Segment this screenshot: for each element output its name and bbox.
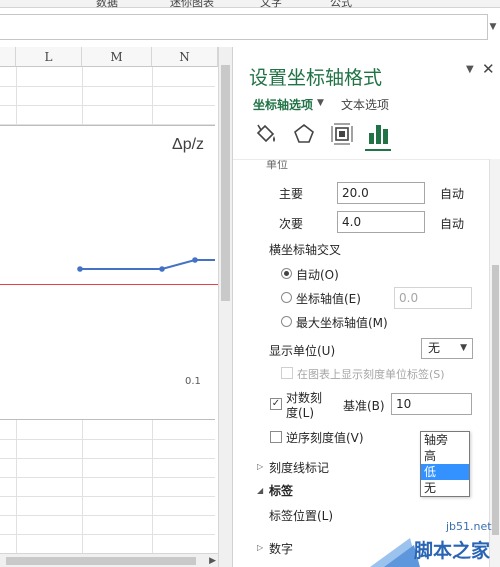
label-position-label: 标签位置(L)	[269, 509, 334, 523]
ribbon-item-formula[interactable]: 公式	[330, 0, 352, 10]
radio-cross-auto[interactable]	[281, 268, 292, 279]
display-units-select[interactable]: 无 ▼	[421, 338, 473, 359]
series-point	[159, 266, 165, 272]
axis-value-input[interactable]: 0.0	[394, 287, 472, 309]
tick-marks-section[interactable]: 刻度线标记	[269, 459, 329, 476]
chart-area[interactable]: Δp/z 0.1	[0, 125, 215, 420]
log-scale-checkbox[interactable]: ✓	[270, 398, 282, 410]
minor-unit-input[interactable]: 4.0	[337, 211, 425, 233]
sheet-vertical-scrollbar[interactable]	[218, 47, 232, 567]
axis-cross-heading: 横坐标轴交叉	[269, 243, 342, 257]
label-position-option[interactable]: 高	[421, 448, 469, 464]
selection-guide-line	[0, 284, 232, 285]
reverse-order-label: 逆序刻度值(V)	[286, 431, 364, 445]
radio-cross-axis-value-label[interactable]: 坐标轴值(E)	[296, 290, 361, 307]
collapse-triangle-icon[interactable]: ◢	[257, 486, 263, 495]
scroll-right-icon[interactable]: ▶	[209, 554, 216, 567]
number-section[interactable]: 数字	[269, 540, 293, 557]
series-point	[192, 257, 198, 263]
radio-cross-axis-value[interactable]	[281, 292, 292, 303]
tab-axis-options[interactable]: 坐标轴选项	[253, 96, 313, 113]
size-properties-icon[interactable]	[329, 121, 355, 147]
major-unit-label: 主要	[279, 187, 304, 201]
major-unit-input[interactable]: 20.0	[337, 182, 425, 204]
column-header-l[interactable]: L	[16, 47, 82, 67]
worksheet[interactable]: L M N Δp/z 0.1	[0, 47, 232, 567]
pane-title: 设置坐标轴格式	[249, 67, 383, 89]
formula-bar: ▼	[0, 14, 500, 40]
minor-unit-label: 次要	[279, 217, 304, 231]
expand-triangle-icon[interactable]: ▷	[257, 462, 263, 471]
column-header-n[interactable]: N	[152, 47, 218, 67]
show-units-label-checkbox[interactable]	[281, 367, 293, 379]
ribbon-item-data[interactable]: 数据	[96, 0, 118, 10]
axis-options-bar-icon[interactable]	[365, 121, 391, 147]
radio-cross-auto-label[interactable]: 自动(O)	[296, 266, 339, 283]
labels-section[interactable]: 标签	[269, 482, 293, 499]
expand-triangle-icon[interactable]: ▷	[257, 543, 263, 552]
label-position-option[interactable]: 无	[421, 480, 469, 496]
pane-icon-row	[249, 121, 399, 151]
section-units-heading: 单位	[266, 159, 288, 171]
scrollbar-thumb[interactable]	[492, 265, 499, 535]
axis-tick-label: 0.1	[185, 376, 201, 387]
label-position-option[interactable]: 轴旁	[421, 432, 469, 448]
chart-plot[interactable]	[0, 126, 215, 421]
watermark-name: 脚本之家	[414, 540, 491, 562]
log-base-input[interactable]: 10	[391, 393, 472, 415]
major-unit-auto-button[interactable]: 自动	[440, 185, 464, 202]
effects-pentagon-icon[interactable]	[291, 121, 317, 147]
axis-options-panel: 单位 主要 20.0 自动 次要 4.0 自动 横坐标轴交叉 自动(O) 坐标轴…	[233, 159, 489, 567]
minor-unit-auto-button[interactable]: 自动	[440, 215, 464, 232]
close-icon[interactable]: ✕	[482, 60, 495, 78]
radio-cross-max-value[interactable]	[281, 316, 292, 327]
chevron-down-icon[interactable]: ▼	[466, 64, 474, 75]
display-units-label: 显示单位(U)	[269, 344, 336, 358]
chevron-down-icon[interactable]: ▼	[487, 20, 499, 34]
series-point	[77, 266, 83, 272]
pane-vertical-scrollbar[interactable]	[489, 159, 500, 567]
log-scale-label-line2: 度(L)	[286, 406, 315, 420]
column-header-m[interactable]: M	[82, 47, 152, 67]
scrollbar-thumb[interactable]	[6, 557, 196, 565]
ribbon-strip: 数据 迷你图表 文字 公式	[0, 0, 500, 10]
display-units-value: 无	[428, 341, 441, 355]
watermark-url: jb51.net	[446, 520, 492, 533]
watermark-logo: jb51.net 脚本之家	[370, 520, 500, 567]
scrollbar-thumb[interactable]	[221, 65, 230, 301]
label-position-dropdown[interactable]: 轴旁 高 低 无	[420, 431, 470, 497]
fill-line-icon[interactable]	[253, 121, 279, 147]
formula-input[interactable]	[0, 14, 488, 40]
log-base-label: 基准(B)	[343, 399, 385, 413]
ribbon-item-sparkline[interactable]: 迷你图表	[170, 0, 214, 10]
chevron-down-icon[interactable]: ▼	[317, 98, 324, 108]
sheet-horizontal-scrollbar[interactable]: ▶	[0, 553, 218, 567]
chevron-down-icon: ▼	[460, 343, 467, 353]
ribbon-item-text[interactable]: 文字	[260, 0, 282, 10]
radio-cross-max-value-label[interactable]: 最大坐标轴值(M)	[296, 314, 388, 331]
tab-text-options[interactable]: 文本选项	[341, 96, 389, 113]
show-units-label-text: 在图表上显示刻度单位标签(S)	[297, 368, 445, 381]
label-position-option-selected[interactable]: 低	[421, 464, 469, 480]
active-tab-indicator	[365, 149, 391, 151]
column-header-prev[interactable]	[0, 47, 16, 67]
reverse-order-checkbox[interactable]	[270, 431, 282, 443]
format-axis-pane: 设置坐标轴格式 ▼ ✕ 坐标轴选项 ▼ 文本选项 单位 主要 20.0 自动 次…	[232, 47, 500, 567]
